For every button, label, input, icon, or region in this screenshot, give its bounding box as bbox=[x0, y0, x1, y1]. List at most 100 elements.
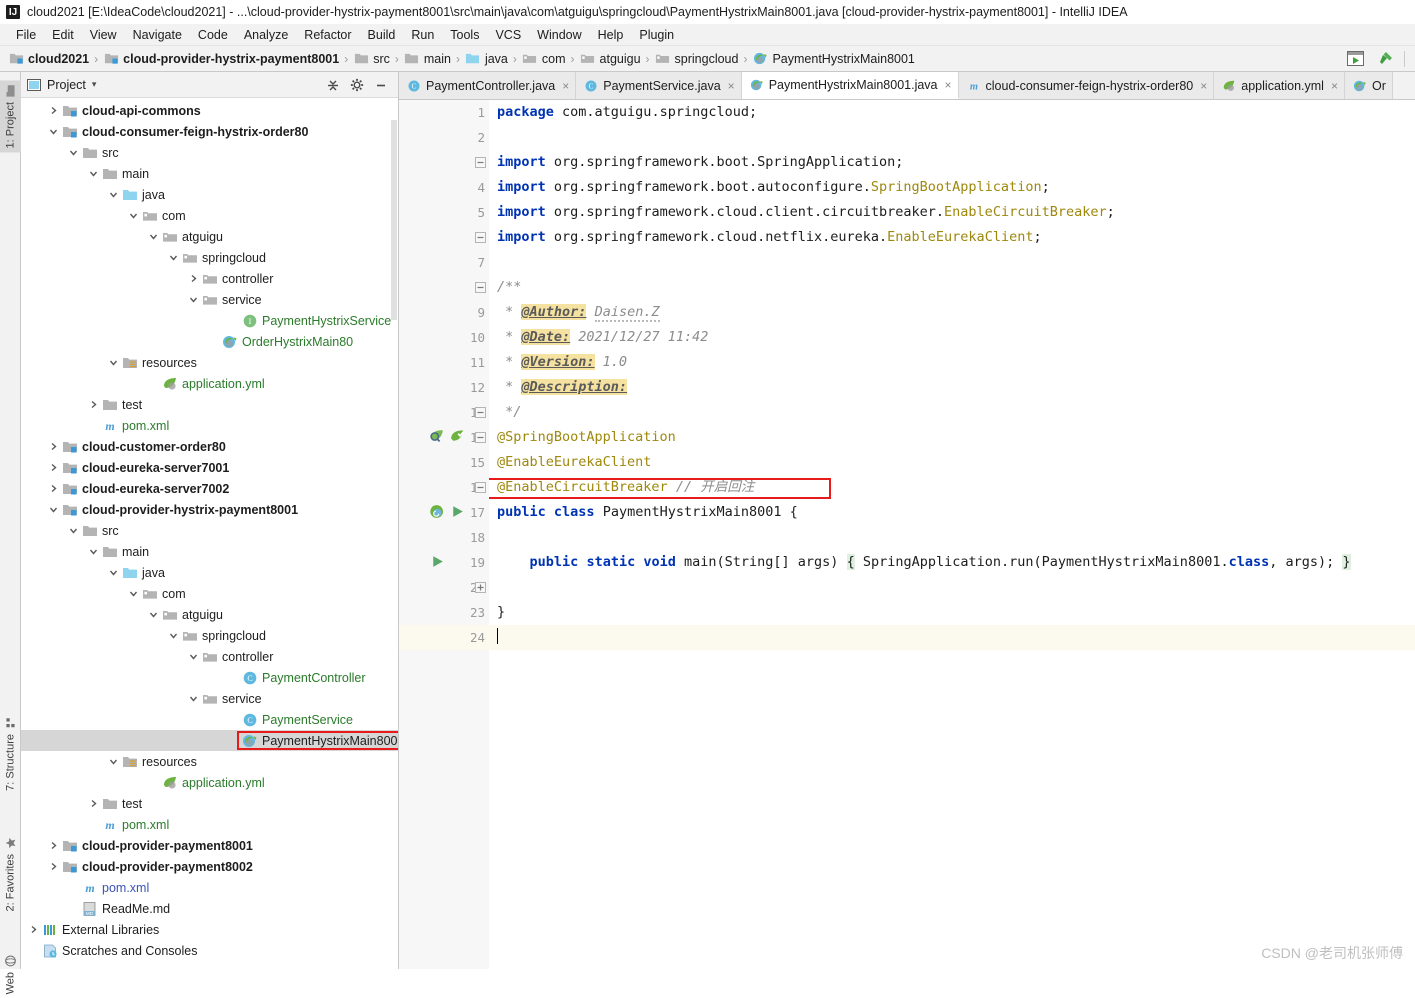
chevron-right-icon[interactable] bbox=[47, 860, 60, 873]
code-line[interactable]: import org.springframework.boot.autoconf… bbox=[489, 175, 1415, 200]
breadcrumb-item-src[interactable]: src bbox=[353, 51, 390, 67]
gutter-line[interactable]: 5 bbox=[399, 200, 489, 225]
code-line[interactable]: import org.springframework.cloud.client.… bbox=[489, 200, 1415, 225]
code-line[interactable]: package com.atguigu.springcloud; bbox=[489, 100, 1415, 125]
tree-row[interactable]: cloud-customer-order80 bbox=[21, 436, 398, 457]
tree-row[interactable]: application.yml bbox=[21, 373, 398, 394]
run-config-icon[interactable] bbox=[1344, 49, 1366, 69]
editor-tab-paymentservice-java[interactable]: C PaymentService.java × bbox=[576, 72, 742, 99]
tree-row[interactable]: atguigu bbox=[21, 226, 398, 247]
code-line[interactable]: import org.springframework.boot.SpringAp… bbox=[489, 150, 1415, 175]
close-icon[interactable]: × bbox=[1331, 79, 1338, 93]
code-line[interactable] bbox=[489, 125, 1415, 150]
chevron-down-icon[interactable] bbox=[87, 545, 100, 558]
editor-tab-paymentcontroller-java[interactable]: C PaymentController.java × bbox=[399, 72, 577, 99]
menu-item-help[interactable]: Help bbox=[590, 24, 632, 46]
tree-row[interactable]: cloud-consumer-feign-hystrix-order80 bbox=[21, 121, 398, 142]
chevron-down-icon[interactable] bbox=[147, 608, 160, 621]
spring-boot-run-icon[interactable] bbox=[429, 503, 446, 520]
chevron-down-icon[interactable] bbox=[187, 293, 200, 306]
chevron-down-icon[interactable] bbox=[107, 755, 120, 768]
code-line[interactable]: import org.springframework.cloud.netflix… bbox=[489, 225, 1415, 250]
close-icon[interactable]: × bbox=[945, 78, 952, 92]
editor-gutter[interactable]: 1234567891011121314 151617 1819222324 bbox=[399, 100, 489, 969]
tree-row[interactable]: controller bbox=[21, 646, 398, 667]
chevron-down-icon[interactable] bbox=[67, 146, 80, 159]
tree-row[interactable]: Scratches and Consoles bbox=[21, 940, 398, 961]
menu-item-file[interactable]: File bbox=[8, 24, 44, 46]
gutter-line[interactable]: 15 bbox=[399, 450, 489, 475]
chevron-down-icon[interactable] bbox=[167, 629, 180, 642]
close-icon[interactable]: × bbox=[562, 79, 569, 93]
gutter-line[interactable]: 2 bbox=[399, 125, 489, 150]
code-line[interactable]: */ bbox=[489, 400, 1415, 425]
fold-collapse-icon[interactable] bbox=[475, 432, 486, 443]
tree-row[interactable]: springcloud bbox=[21, 247, 398, 268]
fold-collapse-icon[interactable] bbox=[475, 407, 486, 418]
fold-collapse-icon[interactable] bbox=[475, 232, 486, 243]
editor-tab-or[interactable]: Or bbox=[1344, 72, 1393, 99]
tree-row[interactable]: C PaymentController bbox=[21, 667, 398, 688]
gutter-line[interactable]: 11 bbox=[399, 350, 489, 375]
gutter-line[interactable]: 22 bbox=[399, 575, 489, 600]
chevron-down-icon[interactable] bbox=[127, 587, 140, 600]
gutter-line[interactable]: 10 bbox=[399, 325, 489, 350]
tree-row[interactable]: service bbox=[21, 688, 398, 709]
tree-row[interactable]: java bbox=[21, 184, 398, 205]
tree-row[interactable]: cloud-provider-hystrix-payment8001 bbox=[21, 499, 398, 520]
code-line[interactable]: } bbox=[489, 600, 1415, 625]
code-editor[interactable]: 1234567891011121314 151617 1819222324 pa… bbox=[399, 100, 1415, 969]
tree-row[interactable]: m pom.xml bbox=[21, 415, 398, 436]
code-line[interactable] bbox=[489, 575, 1415, 600]
code-line[interactable] bbox=[489, 525, 1415, 550]
tree-row[interactable]: com bbox=[21, 205, 398, 226]
tree-row[interactable]: cloud-provider-payment8002 bbox=[21, 856, 398, 877]
chevron-right-icon[interactable] bbox=[47, 440, 60, 453]
tool-window-tab-web[interactable]: Web bbox=[0, 950, 21, 998]
chevron-right-icon[interactable] bbox=[47, 461, 60, 474]
breadcrumb-item-main[interactable]: main bbox=[404, 51, 451, 67]
run-triangle-icon[interactable] bbox=[449, 503, 466, 520]
tree-row[interactable]: resources bbox=[21, 751, 398, 772]
chevron-down-icon[interactable] bbox=[127, 209, 140, 222]
tree-row[interactable]: I PaymentHystrixService bbox=[21, 310, 398, 331]
gutter-line[interactable]: 13 bbox=[399, 400, 489, 425]
code-line[interactable]: @EnableEurekaClient bbox=[489, 450, 1415, 475]
tool-window-tab-2-favorites[interactable]: 2: Favorites bbox=[0, 832, 21, 915]
tree-row[interactable]: springcloud bbox=[21, 625, 398, 646]
tree-row[interactable]: cloud-eureka-server7001 bbox=[21, 457, 398, 478]
chevron-down-icon[interactable]: ▾ bbox=[92, 79, 97, 90]
menu-item-refactor[interactable]: Refactor bbox=[296, 24, 359, 46]
spring-bean-inspect-icon[interactable] bbox=[429, 428, 446, 445]
tree-row[interactable]: m pom.xml bbox=[21, 877, 398, 898]
code-line[interactable]: * @Author: Daisen.Z bbox=[489, 300, 1415, 325]
gutter-line[interactable]: 4 bbox=[399, 175, 489, 200]
code-line[interactable]: @EnableCircuitBreaker // 开启回注 bbox=[489, 475, 1415, 500]
collapse-all-icon[interactable] bbox=[326, 78, 340, 92]
editor-tab-paymenthystrixmain8001-java[interactable]: PaymentHystrixMain8001.java × bbox=[741, 72, 959, 99]
fold-collapse-icon[interactable] bbox=[475, 482, 486, 493]
menu-item-code[interactable]: Code bbox=[190, 24, 236, 46]
chevron-right-icon[interactable] bbox=[187, 272, 200, 285]
chevron-down-icon[interactable] bbox=[187, 650, 200, 663]
code-line[interactable]: public static void main(String[] args) {… bbox=[489, 550, 1415, 575]
tree-row[interactable]: test bbox=[21, 394, 398, 415]
tree-row[interactable]: application.yml bbox=[21, 772, 398, 793]
editor-tab-application-yml[interactable]: application.yml × bbox=[1214, 72, 1345, 99]
gutter-line[interactable]: 3 bbox=[399, 150, 489, 175]
breadcrumb-item-com[interactable]: com bbox=[522, 51, 566, 67]
tree-row[interactable]: src bbox=[21, 520, 398, 541]
menu-item-build[interactable]: Build bbox=[360, 24, 404, 46]
breadcrumb-item-java[interactable]: java bbox=[465, 51, 508, 67]
menu-item-window[interactable]: Window bbox=[529, 24, 589, 46]
gutter-line[interactable]: 9 bbox=[399, 300, 489, 325]
spring-config-icon[interactable] bbox=[449, 428, 466, 445]
tree-row[interactable]: main bbox=[21, 541, 398, 562]
gutter-line[interactable]: 14 bbox=[399, 425, 489, 450]
menu-item-plugin[interactable]: Plugin bbox=[631, 24, 682, 46]
menu-item-vcs[interactable]: VCS bbox=[487, 24, 529, 46]
chevron-down-icon[interactable] bbox=[187, 692, 200, 705]
tree-row[interactable]: OrderHystrixMain80 bbox=[21, 331, 398, 352]
gutter-line[interactable]: 24 bbox=[399, 625, 489, 650]
tree-row[interactable]: MD ReadMe.md bbox=[21, 898, 398, 919]
